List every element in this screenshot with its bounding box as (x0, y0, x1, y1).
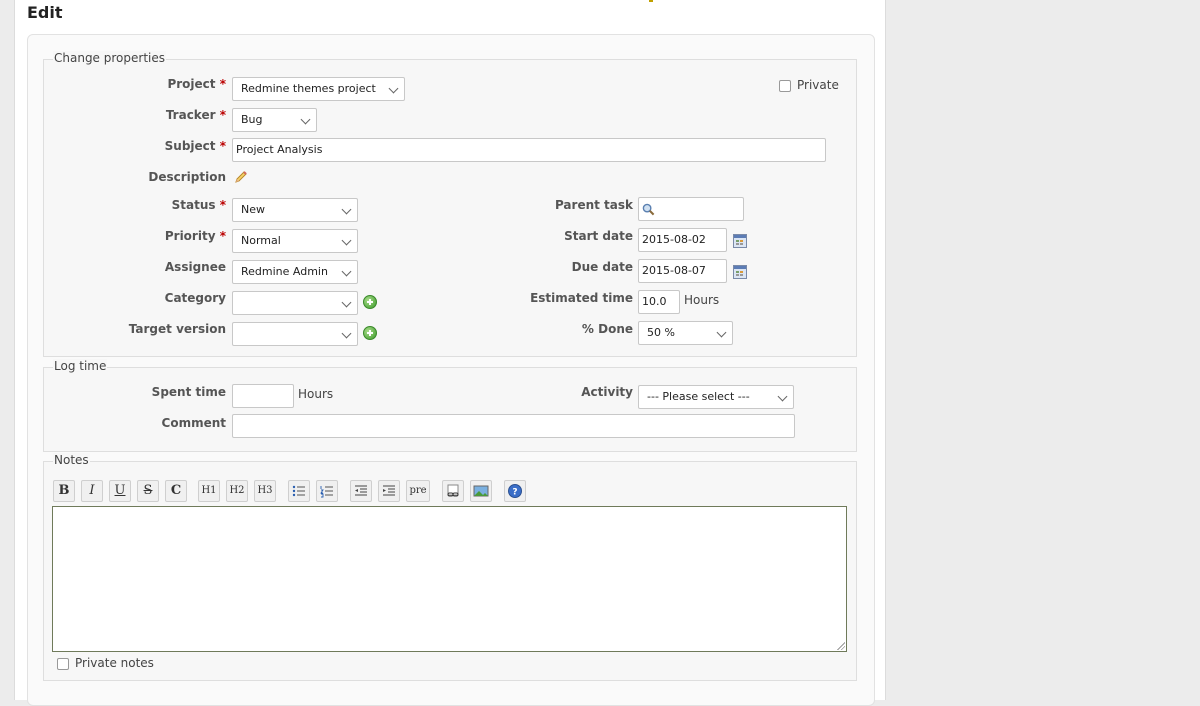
project-label: Project * (167, 77, 226, 91)
tracker-label: Tracker * (165, 108, 226, 122)
outdent-button[interactable] (350, 480, 372, 502)
chevron-down-icon (716, 327, 727, 338)
spent-time-input[interactable] (232, 384, 294, 408)
status-label: Status * (171, 198, 226, 212)
italic-button[interactable]: I (81, 480, 103, 502)
tracker-select[interactable]: Bug (232, 108, 317, 132)
due-date-label: Due date (571, 260, 633, 274)
calendar-icon[interactable] (733, 234, 747, 248)
comment-label: Comment (161, 416, 226, 430)
description-label: Description (148, 170, 226, 184)
calendar-icon[interactable] (733, 265, 747, 279)
resize-handle[interactable] (837, 642, 845, 650)
done-ratio-label: % Done (581, 322, 633, 336)
chevron-down-icon (388, 83, 399, 94)
priority-select[interactable]: Normal (232, 229, 358, 253)
log-time-fieldset: Log time (43, 359, 857, 452)
private-notes-checkbox[interactable] (57, 658, 69, 670)
image-button[interactable] (470, 480, 492, 502)
chevron-down-icon (777, 391, 788, 402)
subject-label: Subject * (164, 139, 226, 153)
code-button[interactable]: C (165, 480, 187, 502)
indent-button[interactable] (378, 480, 400, 502)
strikethrough-button[interactable]: S (137, 480, 159, 502)
link-icon (447, 484, 459, 497)
estimated-time-unit: Hours (684, 293, 720, 307)
page-title: Edit (27, 3, 63, 22)
assignee-label: Assignee (164, 260, 226, 274)
activity-label: Activity (581, 385, 633, 399)
link-button[interactable] (442, 480, 464, 502)
chevron-down-icon (341, 266, 352, 277)
chevron-down-icon (341, 328, 352, 339)
chevron-down-icon (300, 114, 311, 125)
private-label: Private (797, 78, 839, 92)
notes-textarea[interactable] (52, 506, 847, 652)
ordered-list-button[interactable] (316, 480, 338, 502)
assignee-select[interactable]: Redmine Admin (232, 260, 358, 284)
target-version-label: Target version (128, 322, 226, 336)
indent-icon (383, 485, 395, 496)
category-label: Category (164, 291, 226, 305)
help-button[interactable]: ? (504, 480, 526, 502)
private-checkbox[interactable] (779, 80, 791, 92)
bold-button[interactable]: B (53, 480, 75, 502)
log-time-legend: Log time (53, 359, 108, 373)
decorative-mark (649, 0, 653, 2)
svg-text:?: ? (512, 488, 517, 498)
edit-pencil-icon[interactable] (234, 170, 248, 184)
heading3-button[interactable]: H3 (254, 480, 276, 502)
spent-time-unit: Hours (298, 387, 334, 401)
target-version-select[interactable] (232, 322, 358, 346)
add-category-icon[interactable] (363, 295, 377, 309)
done-ratio-select[interactable]: 50 % (638, 321, 733, 345)
numbered-list-icon (320, 486, 333, 498)
chevron-down-icon (341, 297, 352, 308)
estimated-time-input[interactable]: 10.0 (638, 290, 680, 314)
heading1-button[interactable]: H1 (198, 480, 220, 502)
due-date-input[interactable]: 2015-08-07 (638, 259, 727, 283)
help-icon: ? (508, 484, 522, 498)
category-select[interactable] (232, 291, 358, 315)
activity-select[interactable]: --- Please select --- (638, 385, 794, 409)
change-properties-legend: Change properties (53, 51, 166, 65)
project-select[interactable]: Redmine themes project (232, 77, 405, 101)
add-version-icon[interactable] (363, 326, 377, 340)
unordered-list-button[interactable] (288, 480, 310, 502)
bullet-list-icon (292, 485, 305, 497)
private-notes-label: Private notes (75, 656, 154, 670)
image-icon (473, 485, 489, 497)
parent-task-label: Parent task (554, 198, 633, 212)
search-icon (642, 203, 655, 216)
preformatted-button[interactable]: pre (406, 480, 430, 502)
comment-input[interactable] (232, 414, 795, 438)
parent-task-input[interactable] (638, 197, 744, 221)
priority-label: Priority * (164, 229, 226, 243)
subject-input[interactable]: Project Analysis (232, 138, 826, 162)
chevron-down-icon (341, 235, 352, 246)
status-select[interactable]: New (232, 198, 358, 222)
chevron-down-icon (341, 204, 352, 215)
spent-time-label: Spent time (151, 385, 226, 399)
outdent-icon (355, 485, 367, 496)
estimated-time-label: Estimated time (530, 291, 633, 305)
underline-button[interactable]: U (109, 480, 131, 502)
start-date-input[interactable]: 2015-08-02 (638, 228, 727, 252)
notes-legend: Notes (53, 453, 90, 467)
heading2-button[interactable]: H2 (226, 480, 248, 502)
start-date-label: Start date (564, 229, 633, 243)
